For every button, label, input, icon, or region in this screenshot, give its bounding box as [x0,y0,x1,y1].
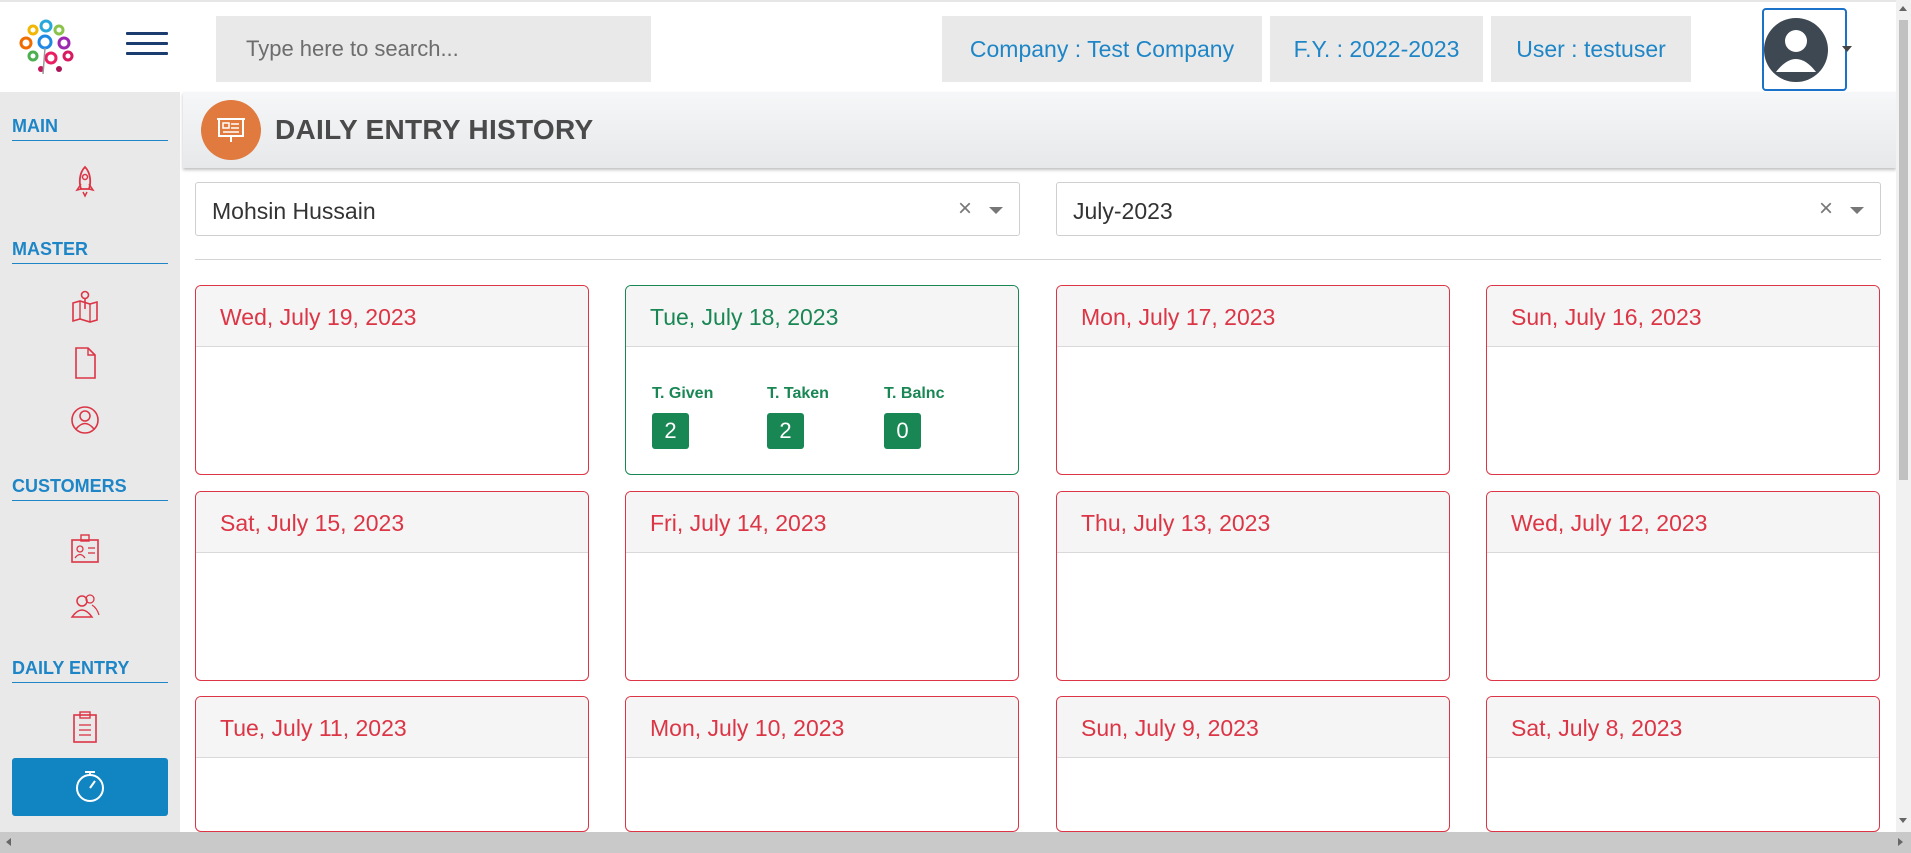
sidebar-section-master: MASTER [12,239,168,264]
day-card[interactable]: Wed, July 19, 2023 [195,285,589,475]
sidebar: MAIN MASTER CUSTOMERS DAILY ENTRY [0,92,180,832]
day-card[interactable]: Tue, July 18, 2023 T. Given 2 T. Taken 2… [625,285,1019,475]
month-select[interactable]: July-2023 × [1056,182,1881,236]
clear-person-icon[interactable]: × [958,195,972,223]
hamburger-menu-icon[interactable] [126,32,168,64]
day-card-date: Sat, July 15, 2023 [196,492,588,553]
day-card-date: Wed, July 19, 2023 [196,286,588,347]
day-card-date: Fri, July 14, 2023 [626,492,1018,553]
chevron-down-icon[interactable] [989,207,1003,214]
company-indicator[interactable]: Company : Test Company [942,16,1262,82]
sidebar-section-customers: CUSTOMERS [12,476,168,501]
day-card[interactable]: Mon, July 17, 2023 [1056,285,1450,475]
day-card[interactable]: Sat, July 15, 2023 [195,491,589,681]
person-select-value: Mohsin Hussain [212,198,376,224]
day-card-date: Sat, July 8, 2023 [1487,697,1879,758]
day-card[interactable]: Mon, July 10, 2023 [625,696,1019,832]
app-logo[interactable] [11,16,81,80]
total-given-badge: 2 [652,413,689,449]
total-given-label: T. Given [652,385,714,402]
page-header: DAILY ENTRY HISTORY [183,92,1896,168]
day-card-date: Sun, July 9, 2023 [1057,697,1449,758]
presentation-board-icon [201,100,261,160]
clipboard-icon[interactable] [70,710,100,744]
day-card-date: Tue, July 11, 2023 [196,697,588,758]
day-card-date: Mon, July 17, 2023 [1057,286,1449,347]
scroll-left-icon[interactable] [6,838,11,846]
users-icon[interactable] [70,589,100,623]
sidebar-section-daily-entry: DAILY ENTRY [12,658,168,683]
search-input[interactable] [216,16,651,82]
day-card-date: Tue, July 18, 2023 [626,286,1018,347]
chevron-down-icon[interactable] [1850,207,1864,214]
day-card-date: Wed, July 12, 2023 [1487,492,1879,553]
fiscal-year-indicator[interactable]: F.Y. : 2022-2023 [1270,16,1483,82]
day-card-date: Thu, July 13, 2023 [1057,492,1449,553]
day-card-date: Mon, July 10, 2023 [626,697,1018,758]
total-taken-stat: T. Taken 2 [767,385,829,449]
user-avatar-icon [1764,18,1828,82]
history-timer-icon [76,771,104,802]
day-card[interactable]: Thu, July 13, 2023 [1056,491,1450,681]
vertical-scrollbar[interactable] [1896,0,1911,832]
total-balance-badge: 0 [884,413,921,449]
day-card[interactable]: Sun, July 16, 2023 [1486,285,1880,475]
chevron-down-icon[interactable] [1842,46,1852,52]
vertical-scroll-thumb[interactable] [1899,20,1908,480]
sidebar-section-main: MAIN [12,116,168,141]
total-balance-stat: T. Balnc 0 [884,385,944,449]
day-card[interactable]: Tue, July 11, 2023 [195,696,589,832]
day-card[interactable]: Sun, July 9, 2023 [1056,696,1450,832]
page-title: DAILY ENTRY HISTORY [275,114,594,145]
user-indicator[interactable]: User : testuser [1491,16,1691,82]
document-icon[interactable] [70,346,100,380]
clear-month-icon[interactable]: × [1819,195,1833,223]
rocket-icon[interactable] [70,164,100,198]
day-card[interactable]: Wed, July 12, 2023 [1486,491,1880,681]
sidebar-item-daily-entry-history[interactable] [12,758,168,816]
total-given-stat: T. Given 2 [652,385,713,449]
divider [195,259,1881,260]
month-select-value: July-2023 [1073,198,1173,224]
total-taken-badge: 2 [767,413,804,449]
day-card[interactable]: Sat, July 8, 2023 [1486,696,1880,832]
person-select[interactable]: Mohsin Hussain × [195,182,1020,236]
scroll-down-icon[interactable] [1899,818,1907,823]
user-circle-icon[interactable] [70,403,100,437]
day-card-date: Sun, July 16, 2023 [1487,286,1879,347]
scroll-right-icon[interactable] [1898,838,1903,846]
user-avatar-button[interactable] [1762,8,1847,91]
map-pin-icon[interactable] [70,289,100,323]
total-taken-label: T. Taken [767,385,829,402]
id-card-icon[interactable] [70,532,100,566]
scroll-up-icon[interactable] [1899,6,1907,11]
top-bar: Company : Test Company F.Y. : 2022-2023 … [0,0,1896,92]
horizontal-scrollbar[interactable] [0,832,1911,853]
total-balance-label: T. Balnc [884,385,945,402]
day-card[interactable]: Fri, July 14, 2023 [625,491,1019,681]
